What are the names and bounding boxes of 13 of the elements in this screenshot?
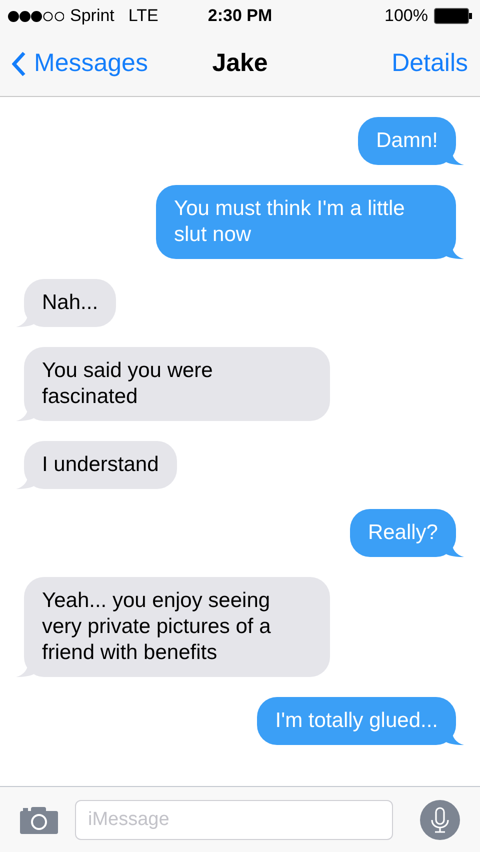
battery-icon xyxy=(434,8,472,24)
network-type: LTE xyxy=(128,5,158,28)
back-button[interactable]: Messages xyxy=(12,45,182,83)
status-time: 2:30 PM xyxy=(206,5,274,28)
message-input[interactable]: iMessage xyxy=(75,800,393,840)
conversation-title: Jake xyxy=(211,48,269,80)
details-button[interactable]: Details xyxy=(328,45,468,83)
camera-icon[interactable] xyxy=(20,806,58,834)
signal-strength-icon xyxy=(8,10,64,22)
chevron-left-icon xyxy=(12,51,26,77)
microphone-icon[interactable] xyxy=(420,800,460,840)
carrier-name: Sprint xyxy=(70,5,114,28)
battery-percentage: 100% xyxy=(384,5,428,28)
